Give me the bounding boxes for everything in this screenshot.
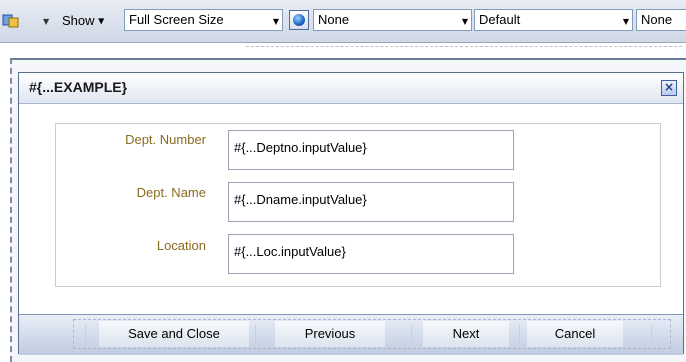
size-select[interactable]: Full Screen Size ▼	[124, 9, 283, 31]
divider	[85, 325, 86, 343]
show-menu[interactable]: Show ▼	[62, 12, 104, 30]
chevron-down-icon: ▼	[272, 17, 279, 26]
dialog: #{...EXAMPLE} × Dept. Number #{...Deptno…	[18, 72, 684, 355]
form-panel: Dept. Number #{...Deptno.inputValue} Dep…	[55, 123, 661, 287]
divider	[519, 325, 520, 343]
divider	[246, 46, 682, 55]
close-icon[interactable]: ×	[661, 80, 677, 96]
chevron-down-icon: ▼	[461, 17, 468, 26]
divider	[651, 325, 652, 343]
globe-icon	[293, 14, 305, 26]
component-icon[interactable]	[2, 13, 20, 29]
dept-name-label: Dept. Name	[136, 185, 206, 200]
toolbar: ▼ Show ▼ Full Screen Size ▼ None ▼ Defau…	[0, 0, 686, 43]
save-and-close-button[interactable]: Save and Close	[99, 321, 249, 347]
dept-number-field[interactable]: #{...Deptno.inputValue}	[228, 130, 514, 170]
location-field[interactable]: #{...Loc.inputValue}	[228, 234, 514, 274]
chevron-down-icon: ▼	[622, 17, 629, 26]
divider	[411, 325, 412, 343]
dialog-footer: Save and Close Previous Next Cancel	[19, 314, 683, 355]
cancel-button[interactable]: Cancel	[527, 321, 623, 347]
dialog-title: #{...EXAMPLE}	[29, 79, 128, 95]
chevron-down-icon: ▼	[98, 16, 105, 26]
dept-name-field[interactable]: #{...Dname.inputValue}	[228, 182, 514, 222]
dept-number-label: Dept. Number	[125, 132, 206, 147]
location-label: Location	[156, 238, 206, 253]
select-default[interactable]: Default ▼	[474, 9, 633, 31]
dialog-header: #{...EXAMPLE} ×	[19, 73, 683, 104]
next-button[interactable]: Next	[423, 321, 509, 347]
chevron-down-icon[interactable]: ▼	[43, 17, 49, 26]
globe-button[interactable]	[289, 10, 309, 30]
select-none-2[interactable]: None	[636, 9, 686, 31]
divider	[255, 325, 256, 343]
select-none-1[interactable]: None ▼	[313, 9, 472, 31]
previous-button[interactable]: Previous	[275, 321, 385, 347]
